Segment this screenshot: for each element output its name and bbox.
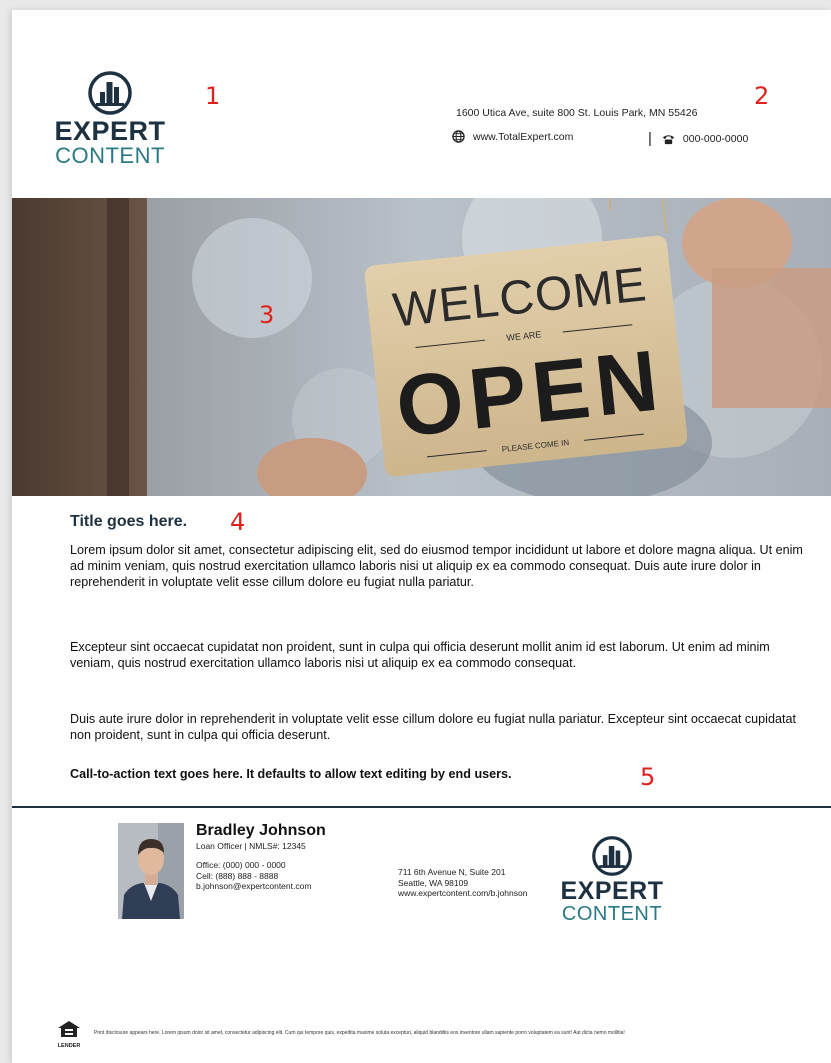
logo-word-content: CONTENT — [55, 143, 165, 168]
agent-email[interactable]: b.johnson@expertcontent.com — [196, 881, 326, 892]
agent-role: Loan Officer | NMLS#: 12345 — [196, 841, 306, 851]
call-to-action[interactable]: Call-to-action text goes here. It defaul… — [70, 767, 512, 781]
website-text[interactable]: www.TotalExpert.com — [473, 131, 573, 143]
building-logo-icon — [88, 71, 132, 115]
body-paragraph-3: Duis aute irure dolor in reprehenderit i… — [70, 712, 796, 743]
office-street: 711 6th Avenue N, Suite 201 — [398, 867, 506, 877]
agent-office-phone[interactable]: Office: (000) 000 - 0000 — [196, 860, 326, 871]
agent-cell-phone[interactable]: Cell: (888) 888 - 8888 — [196, 871, 326, 882]
logo-word-expert: EXPERT — [54, 116, 166, 146]
callout-5: 5 — [640, 763, 656, 791]
welcome-open-sign-photo: WELCOME WE ARE OPEN PLEASE COME IN — [12, 198, 831, 496]
footer-logo: EXPERT CONTENT — [557, 835, 667, 924]
office-address: 711 6th Avenue N, Suite 201 Seattle, WA … — [398, 867, 527, 899]
hero-image: WELCOME WE ARE OPEN PLEASE COME IN — [12, 198, 831, 496]
print-disclosure: Print disclosure appears here. Lorem ips… — [94, 1030, 625, 1036]
agent-info: Bradley Johnson Loan Officer | NMLS#: 12… — [196, 823, 326, 892]
header-website: www.TotalExpert.com — [452, 130, 573, 143]
callout-4: 4 — [230, 508, 246, 536]
logo-word-expert: EXPERT — [560, 877, 664, 905]
building-logo-icon — [592, 836, 632, 876]
globe-icon — [452, 130, 465, 143]
agent-headshot — [118, 823, 184, 919]
body-paragraph-2: Excepteur sint occaecat cupidatat non pr… — [70, 640, 770, 671]
office-url[interactable]: www.expertcontent.com/b.johnson — [398, 888, 527, 899]
header-phone: | 000-000-0000 — [648, 130, 748, 147]
equal-housing-icon — [58, 1021, 80, 1037]
agent-name: Bradley Johnson — [196, 822, 326, 839]
equal-housing-label: LENDER — [57, 1043, 81, 1049]
callout-3: 3 — [259, 301, 275, 329]
footer-divider — [12, 806, 831, 808]
callout-2: 2 — [754, 82, 770, 110]
flyer-page: EXPERT CONTENT 1 1600 Utica Ave, suite 8… — [12, 10, 831, 1063]
page-title: Title goes here. — [70, 513, 188, 530]
header-address: 1600 Utica Ave, suite 800 St. Louis Park… — [456, 107, 698, 119]
logo-word-content: CONTENT — [561, 903, 663, 925]
office-city: Seattle, WA 98109 — [398, 877, 469, 888]
body-paragraph-1: Lorem ipsum dolor sit amet, consectetur … — [70, 543, 803, 590]
separator: | — [648, 130, 652, 147]
header-logo: EXPERT CONTENT — [50, 70, 170, 167]
phone-text[interactable]: 000-000-0000 — [683, 133, 748, 145]
callout-1: 1 — [205, 82, 221, 110]
telephone-icon — [662, 134, 674, 144]
equal-housing-lender: LENDER — [54, 1020, 84, 1049]
